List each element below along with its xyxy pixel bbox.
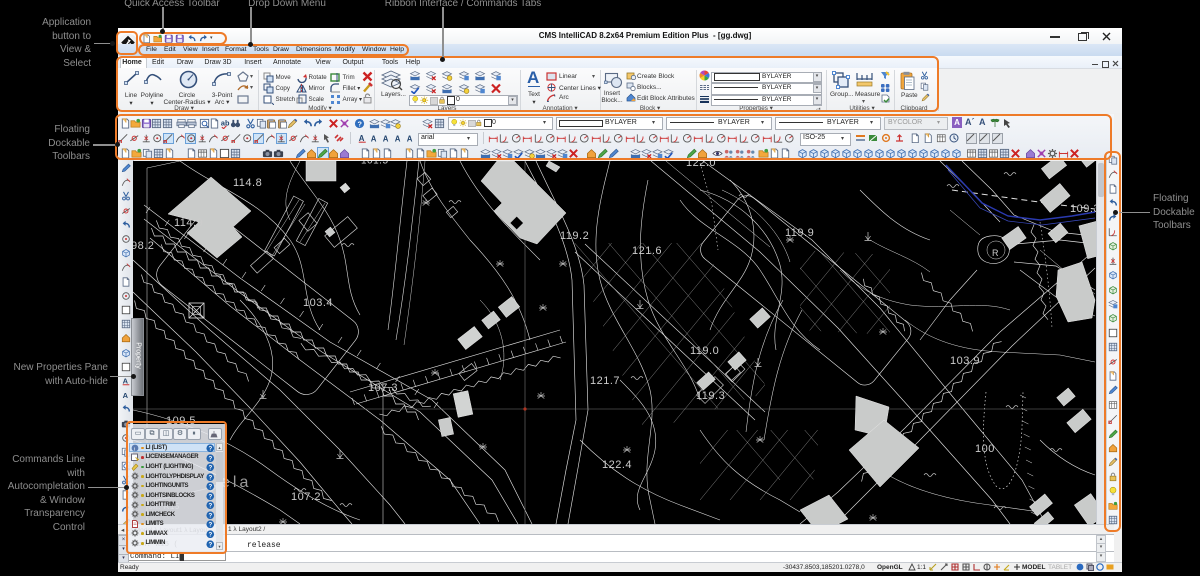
svg-text:119.9: 119.9 — [785, 227, 814, 239]
svg-text:121.6: 121.6 — [632, 245, 662, 257]
svg-text:119.2: 119.2 — [560, 230, 589, 242]
svg-text:98.2: 98.2 — [133, 240, 154, 252]
svg-text:122.4: 122.4 — [602, 459, 632, 471]
svg-text:101.5: 101.5 — [361, 161, 389, 167]
svg-text:107.3: 107.3 — [368, 382, 398, 394]
svg-text:114.9: 114.9 — [174, 217, 203, 229]
svg-text:107.2: 107.2 — [291, 491, 321, 503]
svg-text:119.3: 119.3 — [696, 390, 725, 402]
svg-text:114.8: 114.8 — [233, 177, 262, 189]
svg-text:103.9: 103.9 — [950, 355, 980, 367]
svg-text:121.7: 121.7 — [590, 375, 620, 387]
svg-text:122.0: 122.0 — [686, 161, 716, 169]
svg-text:R: R — [992, 248, 999, 258]
svg-text:109.3: 109.3 — [1070, 203, 1096, 215]
svg-text:103.4: 103.4 — [303, 297, 333, 309]
svg-text:119.0: 119.0 — [690, 345, 719, 357]
svg-text:100: 100 — [975, 443, 995, 455]
